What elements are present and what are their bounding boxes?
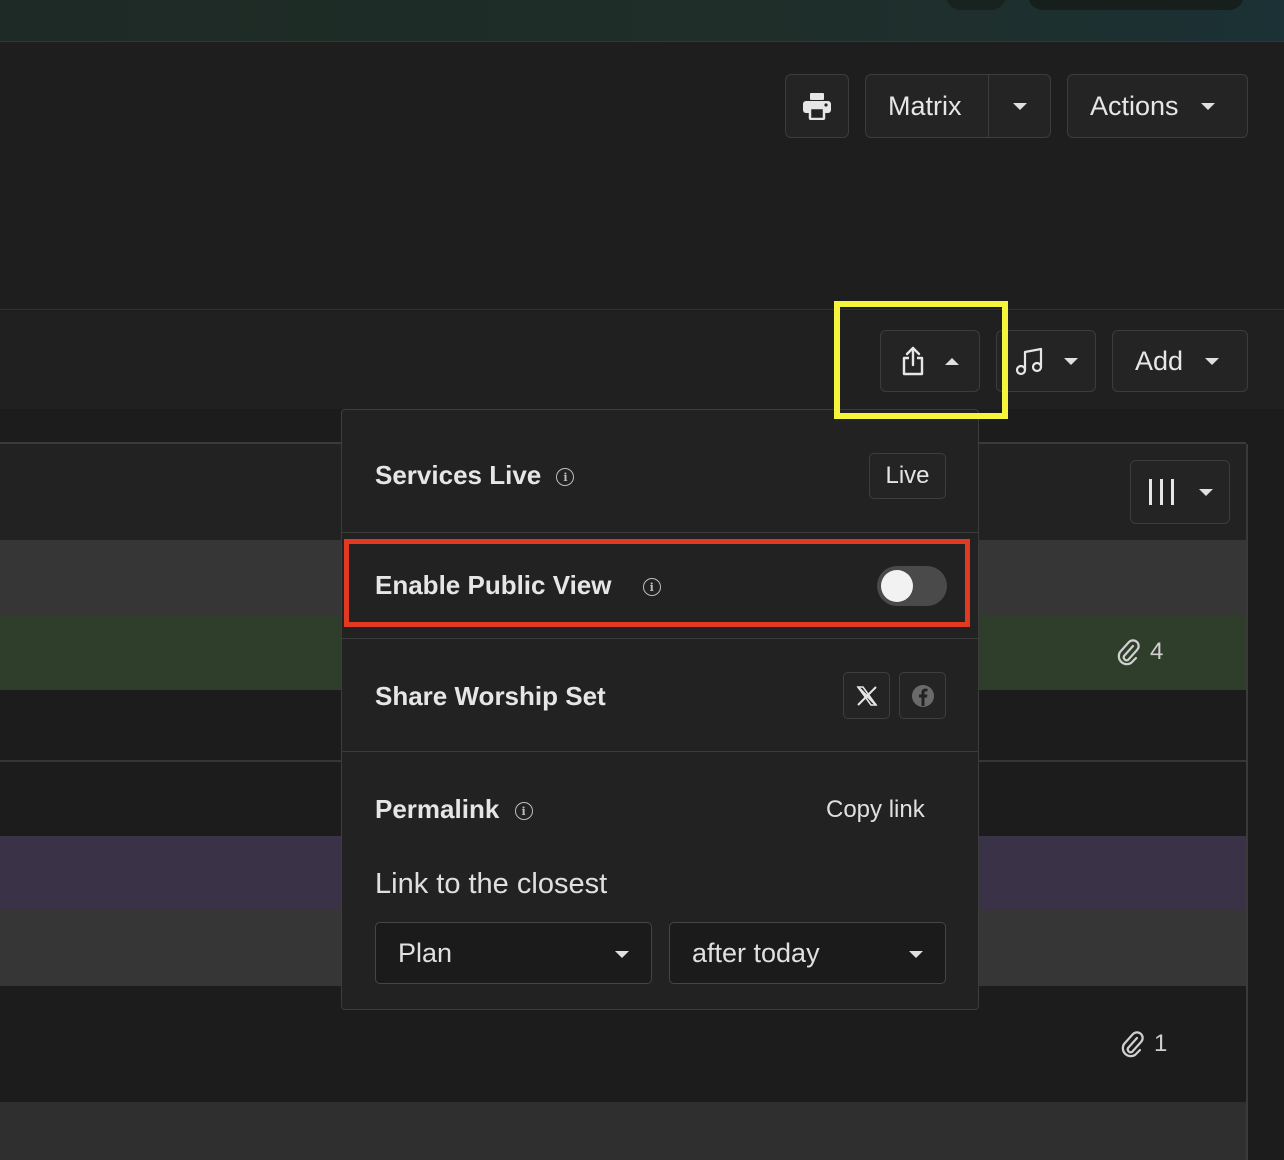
chevron-down-icon	[1064, 357, 1078, 365]
chevron-down-icon	[909, 951, 923, 958]
actions-button[interactable]: Actions	[1067, 74, 1248, 138]
chevron-down-icon	[1199, 488, 1213, 496]
top-bar-avatar[interactable]	[946, 0, 1006, 10]
actions-label: Actions	[1090, 90, 1179, 121]
add-button[interactable]: Add	[1112, 330, 1248, 392]
table-row[interactable]	[0, 1102, 1246, 1160]
chevron-down-icon	[1200, 102, 1215, 110]
matrix-split-button: Matrix	[865, 74, 1051, 138]
time-range-select[interactable]: after today	[669, 922, 946, 984]
share-set-label: Share Worship Set	[375, 681, 606, 711]
top-bar-search[interactable]	[1028, 0, 1244, 10]
columns-icon	[1149, 479, 1174, 505]
matrix-button[interactable]: Matrix	[866, 91, 988, 122]
music-menu-button[interactable]	[996, 330, 1096, 392]
permalink-label: Permalink i	[375, 794, 533, 825]
music-note-icon	[1015, 347, 1043, 376]
chevron-down-icon	[615, 951, 629, 958]
attachment-count[interactable]: 4	[1116, 638, 1163, 666]
share-set-section: Share Worship Set	[342, 639, 978, 752]
services-live-label: Services Live i	[375, 460, 575, 491]
link-closest-label: Link to the closest	[375, 868, 608, 900]
services-live-button[interactable]: Live	[869, 453, 946, 499]
plan-type-select[interactable]: Plan	[375, 922, 652, 984]
info-icon[interactable]: i	[514, 802, 533, 821]
share-x-button[interactable]	[843, 672, 890, 719]
columns-button[interactable]	[1130, 460, 1230, 524]
paperclip-icon	[1121, 1031, 1144, 1058]
chevron-down-icon	[1205, 357, 1220, 365]
table-right-border	[1246, 444, 1248, 1160]
services-live-section: Services Live i Live	[342, 410, 978, 533]
share-dropdown-menu: Services Live i Live Enable Public View …	[341, 409, 979, 1010]
share-facebook-button[interactable]	[899, 672, 946, 719]
plan-header: Matrix Actions	[0, 42, 1284, 310]
info-icon[interactable]: i	[556, 468, 575, 487]
add-label: Add	[1135, 345, 1184, 376]
attachment-count[interactable]: 1	[1120, 1030, 1167, 1058]
highlight-share-button	[834, 301, 1008, 419]
chevron-down-icon	[1012, 102, 1027, 110]
copy-link-button[interactable]: Copy link	[826, 796, 925, 824]
top-bar	[0, 0, 1284, 42]
facebook-icon	[911, 684, 934, 707]
highlight-public-view	[344, 539, 970, 627]
printer-icon	[803, 93, 831, 120]
paperclip-icon	[1117, 639, 1140, 666]
items-toolbar: Add	[0, 311, 1284, 409]
permalink-section: Permalink i Copy link Link to the closes…	[342, 752, 978, 1009]
x-twitter-icon	[855, 685, 878, 706]
matrix-dropdown-toggle[interactable]	[989, 102, 1050, 110]
attachment-count-value: 4	[1150, 638, 1164, 665]
print-button[interactable]	[785, 74, 849, 138]
attachment-count-value: 1	[1154, 1030, 1168, 1057]
